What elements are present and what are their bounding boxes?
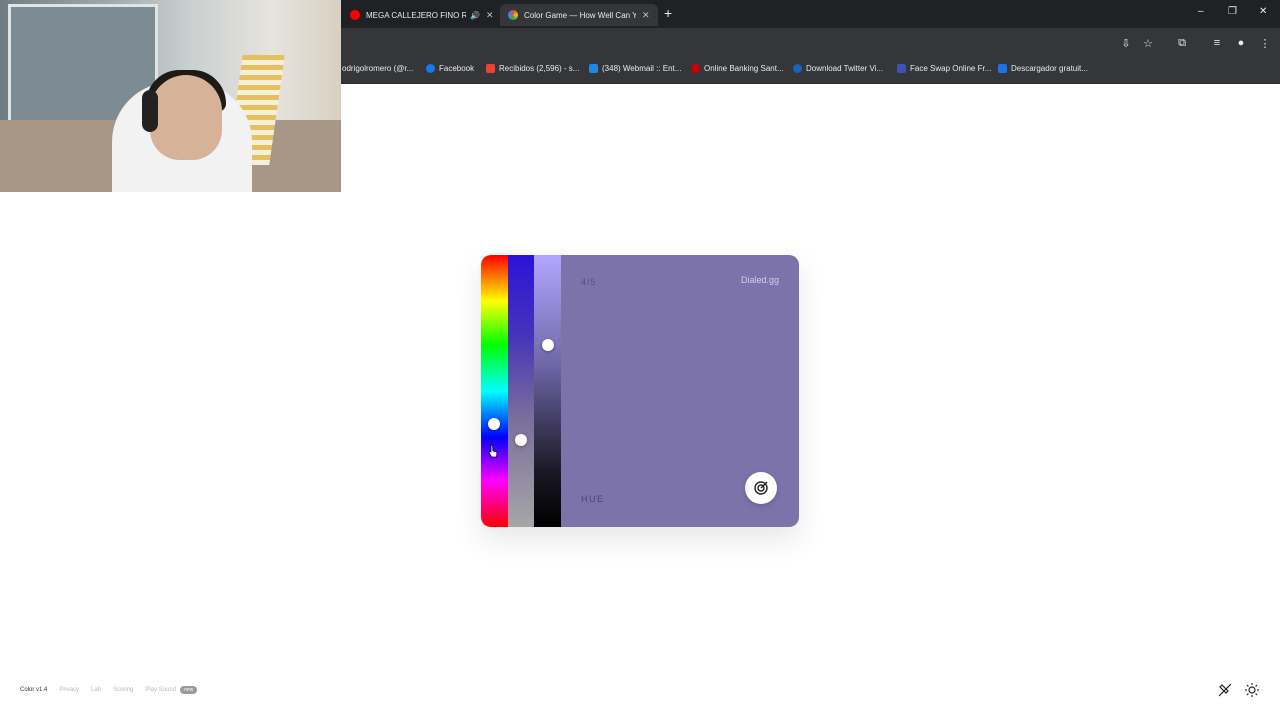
close-tab-icon[interactable]: ✕ [642, 10, 650, 21]
tab-title: Color Game — How Well Can You [524, 10, 636, 20]
downloader-icon [998, 64, 1007, 73]
hue-slider-handle[interactable] [488, 418, 500, 430]
extensions-icon[interactable]: ⧉ [1175, 37, 1189, 50]
round-progress: 4/5 [581, 277, 597, 287]
hand-cursor-icon [488, 444, 498, 458]
submit-guess-button[interactable] [745, 472, 777, 504]
bookmark-label: Online Banking Sant... [704, 64, 784, 73]
new-badge: new [180, 686, 198, 694]
lab-link[interactable]: Lab [91, 687, 101, 693]
sun-icon[interactable] [1244, 682, 1260, 698]
close-tab-icon[interactable]: ✕ [486, 10, 494, 21]
tab-color-game[interactable]: Color Game — How Well Can You ✕ [500, 4, 658, 26]
target-icon [754, 481, 768, 495]
new-tab-button[interactable]: + [664, 6, 672, 20]
install-app-icon[interactable]: ⇩ [1119, 37, 1133, 50]
footer: Color v1.4 Privacy Lab Scoring Play Soun… [20, 686, 209, 694]
mute-icon[interactable] [1217, 682, 1233, 698]
bookmark-label: (348) Webmail :: Ent... [602, 64, 682, 73]
bookmark-item[interactable]: Download Twitter Vi... [793, 64, 883, 73]
bookmark-label: Download Twitter Vi... [806, 64, 884, 73]
bank-icon [691, 64, 700, 73]
scoring-link[interactable]: Scoring [113, 687, 133, 693]
speaker-icon[interactable]: 🔊 [470, 11, 480, 20]
saturation-slider[interactable] [508, 255, 534, 527]
webcam-overlay [0, 0, 341, 192]
tab-mega-callejero[interactable]: MEGA CALLEJERO FINO RK 🔊 ✕ [342, 4, 502, 26]
lightness-slider[interactable] [534, 255, 561, 527]
version-label: Color v1.4 [20, 687, 48, 693]
hue-slider[interactable] [481, 255, 508, 527]
bookmark-item[interactable]: odrigolromero (@r... [342, 64, 413, 73]
restore-button[interactable]: ❐ [1228, 6, 1237, 17]
tab-title: MEGA CALLEJERO FINO RK [366, 10, 466, 20]
bookmark-item[interactable]: Online Banking Sant... [691, 64, 784, 73]
brand-label: Dialed.gg [740, 275, 779, 285]
webmail-icon [589, 64, 598, 73]
youtube-favicon-icon [350, 10, 360, 20]
minimize-button[interactable]: – [1198, 6, 1204, 17]
play-sound-link[interactable]: Play Sound [145, 687, 176, 693]
privacy-link[interactable]: Privacy [59, 687, 79, 693]
bookmark-item[interactable]: Recibidos (2,596) - s... [486, 64, 579, 73]
media-control-icon[interactable]: ≡ [1210, 37, 1224, 49]
bookmark-label: Face Swap Online Fr... [910, 64, 992, 73]
bookmark-item[interactable]: Descargador gratuit... [998, 64, 1088, 73]
facebook-icon [426, 64, 435, 73]
slider-mode-label: HUE [581, 494, 605, 504]
bookmark-star-icon[interactable]: ☆ [1141, 37, 1155, 50]
saturation-slider-handle[interactable] [515, 434, 527, 446]
bookmark-item[interactable]: Facebook [426, 64, 474, 73]
lightness-slider-handle[interactable] [542, 339, 554, 351]
profile-avatar-icon[interactable]: ● [1234, 37, 1248, 49]
close-window-button[interactable]: ✕ [1259, 6, 1267, 17]
gmail-icon [486, 64, 495, 73]
color-game-favicon-icon [508, 10, 518, 20]
bookmark-item[interactable]: Face Swap Online Fr... [897, 64, 991, 73]
bookmark-label: Recibidos (2,596) - s... [499, 64, 580, 73]
face-swap-icon [897, 64, 906, 73]
bookmark-label: Facebook [439, 64, 475, 73]
color-game-card: 4/5 Dialed.gg HUE [481, 255, 799, 527]
bookmark-item[interactable]: (348) Webmail :: Ent... [589, 64, 681, 73]
bookmark-label: odrigolromero (@r... [342, 64, 414, 73]
bookmark-label: Descargador gratuit... [1011, 64, 1088, 73]
menu-dots-icon[interactable]: ⋮ [1258, 37, 1272, 50]
download-icon [793, 64, 802, 73]
